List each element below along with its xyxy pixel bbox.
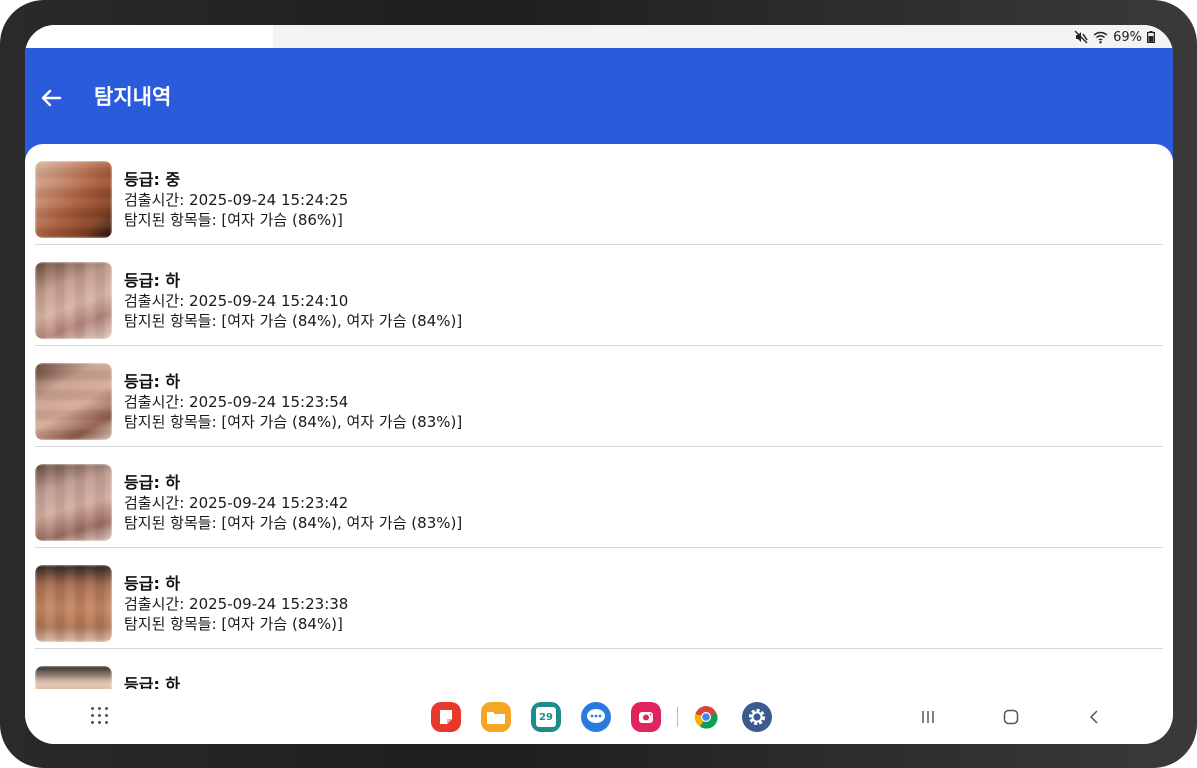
folder-app-icon[interactable]: [481, 702, 511, 732]
tablet-frame: 69% 탐지내역 등급: 중 검출시간: 2025-09-24 15:24:25…: [0, 0, 1197, 768]
blurred-thumbnail: [35, 565, 112, 642]
mute-icon: [1074, 30, 1088, 44]
arrow-left-icon: [41, 89, 62, 107]
battery-percent: 69%: [1113, 29, 1142, 45]
grade-label: 등급: 하: [124, 271, 181, 290]
list-item[interactable]: 등급: 하 검출시간: 2025-09-24 15:23:42 탐지된 항목들:…: [35, 447, 1163, 548]
back-button[interactable]: [35, 82, 67, 114]
recents-button[interactable]: [916, 705, 940, 729]
blurred-thumbnail: [35, 464, 112, 541]
messages-app-icon[interactable]: [581, 702, 611, 732]
blurred-thumbnail: [35, 262, 112, 339]
list-item[interactable]: 등급: 하 검출시간: 2025-09-24 15:23:54 탐지된 항목들:…: [35, 346, 1163, 447]
battery-icon: [1147, 31, 1155, 43]
detection-time: 검출시간: 2025-09-24 15:23:38: [124, 595, 349, 613]
chevron-left-icon: [1089, 710, 1098, 724]
grade-label: 등급: 하: [124, 574, 181, 593]
blurred-thumbnail: [35, 363, 112, 440]
apps-grid-icon[interactable]: [91, 707, 109, 725]
detected-items: 탐지된 항목들: [여자 가슴 (84%), 여자 가슴 (83%)]: [124, 514, 463, 532]
calendar-app-icon[interactable]: 29: [531, 702, 561, 732]
wifi-icon: [1093, 31, 1108, 44]
status-icons: 69%: [1074, 28, 1155, 46]
dock-separator: [677, 707, 678, 727]
page-title: 탐지내역: [94, 85, 172, 109]
blurred-thumbnail: [35, 161, 112, 238]
status-bar: 69%: [25, 25, 1173, 48]
detection-time: 검출시간: 2025-09-24 15:24:10: [124, 292, 349, 310]
calendar-day: 29: [536, 707, 556, 727]
detected-items: 탐지된 항목들: [여자 가슴 (84%), 여자 가슴 (83%)]: [124, 413, 463, 431]
chrome-app-icon[interactable]: [691, 702, 721, 732]
detection-time: 검출시간: 2025-09-24 15:23:42: [124, 494, 349, 512]
notes-app-icon[interactable]: [431, 702, 461, 732]
detection-time: 검출시간: 2025-09-24 15:24:25: [124, 191, 349, 209]
list-item[interactable]: 등급: 중 검출시간: 2025-09-24 15:24:25 탐지된 항목들:…: [35, 144, 1163, 245]
gear-icon: [749, 709, 765, 725]
screen: 69% 탐지내역 등급: 중 검출시간: 2025-09-24 15:24:25…: [25, 25, 1173, 744]
recents-icon: [922, 711, 934, 723]
home-button[interactable]: [999, 705, 1023, 729]
detected-items: 탐지된 항목들: [여자 가슴 (84%), 여자 가슴 (84%)]: [124, 312, 463, 330]
home-icon: [1003, 709, 1019, 725]
detection-time: 검출시간: 2025-09-24 15:23:54: [124, 393, 349, 411]
taskbar: 29: [25, 689, 1173, 744]
system-back-button[interactable]: [1082, 705, 1106, 729]
list-item[interactable]: 등급: 하 검출시간: 2025-09-24 15:24:10 탐지된 항목들:…: [35, 245, 1163, 346]
list-item[interactable]: 등급: 하 검출시간: 2025-09-24 15:23:38 탐지된 항목들:…: [35, 548, 1163, 649]
detection-list: 등급: 중 검출시간: 2025-09-24 15:24:25 탐지된 항목들:…: [25, 144, 1173, 689]
grade-label: 등급: 하: [124, 372, 181, 391]
camera-app-icon[interactable]: [631, 702, 661, 732]
blurred-thumbnail: [35, 666, 112, 689]
grade-label: 등급: 하: [124, 473, 181, 492]
list-item[interactable]: 등급: 하: [35, 649, 1163, 689]
settings-app-icon[interactable]: [742, 702, 772, 732]
detected-items: 탐지된 항목들: [여자 가슴 (84%)]: [124, 615, 343, 633]
detected-items: 탐지된 항목들: [여자 가슴 (86%)]: [124, 211, 343, 229]
grade-label: 등급: 하: [124, 675, 181, 689]
grade-label: 등급: 중: [124, 170, 181, 189]
